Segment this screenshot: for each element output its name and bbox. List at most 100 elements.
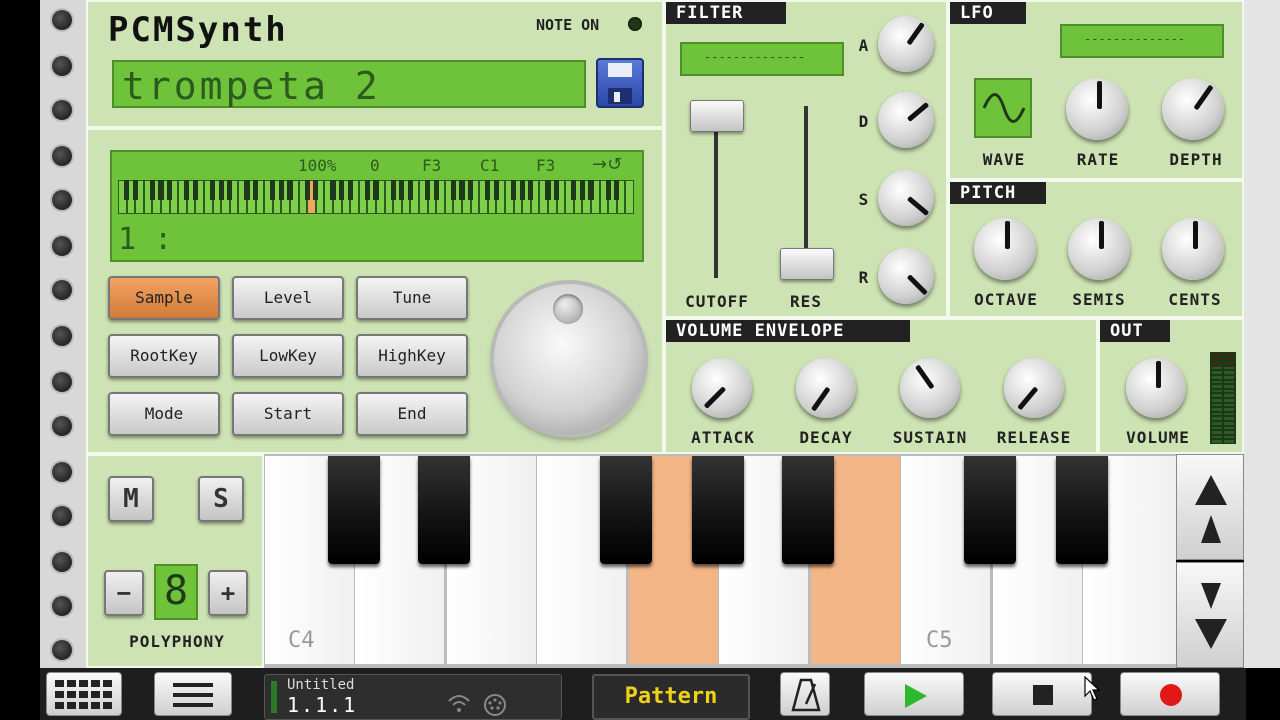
play-icon (905, 684, 927, 708)
highkey-button[interactable]: HighKey (356, 334, 468, 378)
lfo-depth-knob[interactable] (1162, 78, 1224, 140)
black-key-d-sharp4[interactable] (418, 456, 470, 564)
res-slider-handle[interactable] (780, 248, 834, 280)
sample-panel: 100% 0 F3 C1 F3 →↺ 1 : Sample Level Tune… (86, 128, 664, 454)
stop-button[interactable] (992, 672, 1092, 716)
black-key-c-sharp5[interactable] (964, 456, 1016, 564)
vu-segment (1224, 412, 1234, 416)
vu-segment (1212, 366, 1222, 370)
black-key-d-sharp5[interactable] (1056, 456, 1108, 564)
preset-display[interactable]: trompeta 2 (112, 60, 586, 108)
volume-envelope-title: VOLUME ENVELOPE (666, 320, 910, 342)
vu-segment (1224, 440, 1234, 443)
volume-envelope-panel: VOLUME ENVELOPE ATTACK DECAY SUSTAIN REL… (664, 318, 1098, 454)
cents-label: CENTS (1168, 290, 1222, 309)
rack-screw (52, 236, 72, 256)
mini-black-key (390, 180, 396, 201)
song-position-display[interactable]: Untitled 1.1.1 (264, 674, 562, 720)
octave-knob[interactable] (974, 218, 1036, 280)
rack-screw (52, 552, 72, 572)
hamburger-menu-icon (173, 683, 213, 707)
vu-segment (1212, 435, 1222, 439)
mini-black-key (425, 180, 431, 201)
semis-knob[interactable] (1068, 218, 1130, 280)
vu-segment (1212, 371, 1222, 374)
lowkey-button[interactable]: LowKey (232, 334, 344, 378)
filter-release-knob[interactable] (878, 248, 934, 304)
cutoff-slider-handle[interactable] (690, 100, 744, 132)
black-key-f-sharp4[interactable] (600, 456, 652, 564)
mini-black-key (554, 180, 560, 201)
mini-black-key (433, 180, 439, 201)
filter-sustain-knob[interactable] (878, 170, 934, 226)
level-button[interactable]: Level (232, 276, 344, 320)
sample-keymap-display[interactable]: 100% 0 F3 C1 F3 →↺ 1 : (110, 150, 644, 262)
end-button[interactable]: End (356, 392, 468, 436)
polyphony-minus-button[interactable]: − (104, 570, 144, 616)
record-button[interactable] (1120, 672, 1220, 716)
attack-knob[interactable] (692, 358, 752, 418)
vu-segment (1224, 366, 1234, 370)
save-icon[interactable] (596, 58, 644, 108)
mini-black-key (149, 180, 155, 201)
c4-label: C4 (288, 628, 315, 653)
volume-label: VOLUME (1126, 428, 1190, 447)
rack-grid-button[interactable] (46, 672, 122, 716)
vu-segment (1224, 353, 1234, 356)
menu-button[interactable] (154, 672, 232, 716)
pattern-button[interactable]: Pattern (592, 674, 750, 720)
polyphony-value: 8 (163, 568, 189, 614)
filter-panel: FILTER -------------- CUTOFF RES A D S R (664, 0, 948, 318)
vu-segment (1212, 440, 1222, 443)
play-button[interactable] (864, 672, 964, 716)
lfo-display-text: -------------- (1084, 32, 1186, 46)
rack-screw (52, 190, 72, 210)
tune-button[interactable]: Tune (356, 276, 468, 320)
volume-knob[interactable] (1126, 358, 1186, 418)
start-button[interactable]: Start (232, 392, 344, 436)
chevron-up-icon (1195, 475, 1227, 543)
rack-screw (52, 326, 72, 346)
chevron-down-icon (1195, 583, 1227, 649)
mute-button[interactable]: M (108, 476, 154, 522)
decay-knob[interactable] (796, 358, 856, 418)
black-key-a-sharp4[interactable] (782, 456, 834, 564)
mini-black-key (158, 180, 164, 201)
mode-button[interactable]: Mode (108, 392, 220, 436)
octave-down-button[interactable] (1176, 562, 1244, 668)
wave-label: WAVE (982, 150, 1026, 169)
rootkey-button[interactable]: RootKey (108, 334, 220, 378)
vu-segment (1212, 412, 1222, 416)
data-entry-dial[interactable] (494, 284, 644, 434)
black-key-g-sharp4[interactable] (692, 456, 744, 564)
release-knob[interactable] (1004, 358, 1064, 418)
decay-label: DECAY (799, 428, 853, 447)
lfo-wave-selector[interactable] (974, 78, 1032, 138)
lfo-rate-knob[interactable] (1066, 78, 1128, 140)
cents-knob[interactable] (1162, 218, 1224, 280)
vu-segment (1212, 417, 1222, 420)
attack-label: ATTACK (691, 428, 755, 447)
filter-attack-knob[interactable] (878, 16, 934, 72)
vu-segment (1212, 431, 1222, 434)
sample-button[interactable]: Sample (108, 276, 220, 320)
black-key-c-sharp4[interactable] (328, 456, 380, 564)
record-icon (1160, 684, 1182, 706)
c5-label: C5 (926, 628, 953, 653)
solo-button[interactable]: S (198, 476, 244, 522)
polyphony-plus-button[interactable]: + (208, 570, 248, 616)
vu-segment (1224, 362, 1234, 365)
rack-screw (52, 596, 72, 616)
stop-icon (1033, 685, 1053, 705)
filter-decay-knob[interactable] (878, 92, 934, 148)
sustain-knob[interactable] (900, 358, 960, 418)
mini-black-key (579, 180, 585, 201)
preset-name: trompeta 2 (122, 64, 381, 108)
metronome-button[interactable] (780, 672, 830, 716)
octave-up-button[interactable] (1176, 454, 1244, 560)
pitch-title: PITCH (950, 182, 1046, 204)
note-on-led (628, 17, 642, 31)
vu-segment (1212, 389, 1222, 393)
mini-black-key (132, 180, 138, 201)
rack-screw (52, 640, 72, 660)
